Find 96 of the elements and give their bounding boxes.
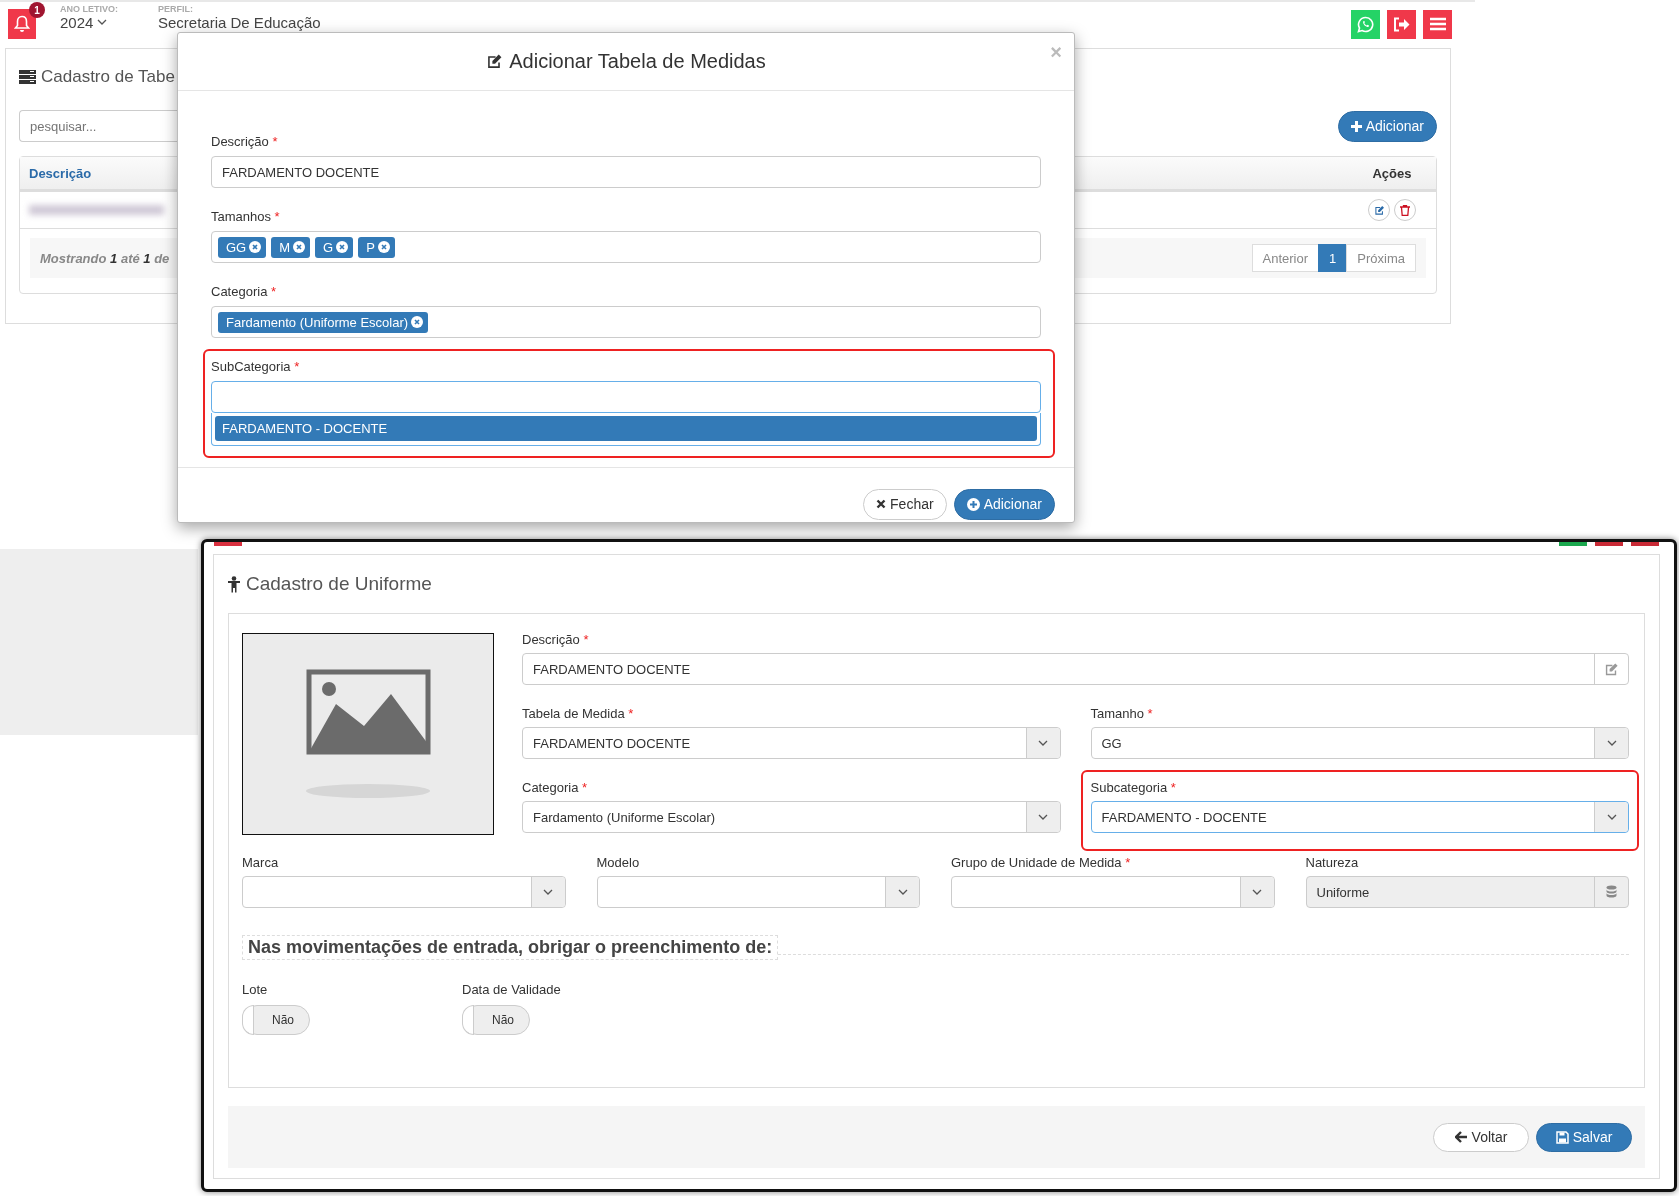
remove-icon[interactable] — [411, 316, 424, 328]
person-icon — [228, 575, 240, 593]
modal-title: Adicionar Tabela de Medidas — [509, 50, 766, 73]
close-icon — [876, 499, 887, 509]
results-summary: Mostrando 1 até 1 de — [40, 250, 170, 266]
tag-field[interactable]: Fardamento (Uniforme Escolar) — [211, 306, 1041, 338]
select-field[interactable]: FARDAMENTO DOCENTE — [522, 727, 1061, 759]
chevron-down-icon — [1038, 814, 1048, 820]
toggle-switch[interactable]: Não — [242, 1005, 310, 1035]
bell-icon — [14, 15, 30, 33]
field-label: Categoria * — [211, 284, 278, 300]
button-fragment — [1559, 542, 1587, 546]
field-label: Categoria * — [522, 780, 589, 796]
chevron-down-icon — [1606, 814, 1617, 820]
field-label: SubCategoria * — [211, 359, 301, 375]
column-header: Ações — [1371, 165, 1413, 181]
chevron-down-icon — [543, 889, 553, 895]
field-label: Lote — [242, 982, 269, 998]
notification-badge: 1 — [29, 2, 45, 18]
add-button[interactable]: Adicionar — [1337, 110, 1437, 142]
text-field[interactable]: FARDAMENTO DOCENTE — [211, 156, 1041, 188]
field-label: Grupo de Unidade de Medida * — [951, 855, 1132, 871]
chevron-down-icon — [1606, 740, 1617, 746]
remove-icon[interactable] — [336, 241, 349, 253]
remove-icon[interactable] — [293, 241, 306, 253]
tag-chip: M — [271, 236, 311, 258]
field-label: Tamanho * — [1090, 706, 1154, 722]
page-title: Cadastro de Tabe — [41, 67, 175, 87]
edit-button[interactable] — [1368, 199, 1390, 221]
plus-icon — [1350, 120, 1362, 132]
chevron-down-icon — [897, 889, 908, 895]
delete-button[interactable] — [1394, 199, 1416, 221]
readonly-field: Uniforme — [1305, 876, 1629, 908]
field-label: Natureza — [1305, 855, 1360, 871]
trash-icon — [1400, 204, 1410, 216]
secondary-button[interactable]: Fechar — [863, 488, 947, 520]
field-label: Descrição * — [211, 134, 279, 150]
chat-icon — [1357, 15, 1374, 33]
menu-button[interactable] — [1423, 9, 1452, 39]
logout-button[interactable] — [1387, 9, 1416, 39]
field-label: Modelo — [596, 855, 641, 871]
select-field[interactable] — [951, 876, 1275, 908]
arrow-left-icon — [1454, 1131, 1468, 1143]
edit-icon — [1373, 204, 1385, 216]
year-dropdown[interactable]: 2024 — [60, 13, 118, 31]
search-field[interactable]: pesquisar... — [19, 110, 177, 142]
secondary-button[interactable]: Voltar — [1433, 1122, 1529, 1152]
field-label: Tamanhos * — [211, 209, 281, 225]
field-label: Data de Validade — [462, 982, 562, 998]
profile-dropdown[interactable]: Secretaria De Educação — [158, 13, 321, 31]
table-icon — [19, 70, 36, 84]
submit-button[interactable]: Adicionar — [953, 488, 1055, 520]
field-label: Subcategoria * — [1090, 780, 1177, 796]
notification-button[interactable] — [8, 9, 36, 39]
field-label: Tabela de Medida * — [522, 706, 635, 722]
save-icon — [1555, 1130, 1569, 1144]
select-field[interactable] — [242, 876, 566, 908]
plus-circle-icon — [966, 497, 980, 511]
field-label: Descrição * — [522, 632, 590, 648]
button-fragment — [1595, 542, 1623, 546]
submit-button[interactable]: Salvar — [1536, 1122, 1632, 1152]
chevron-down-icon — [1252, 889, 1262, 895]
profile-label: PERFIL: — [158, 3, 194, 14]
chevron-down-icon — [1038, 740, 1048, 746]
database-icon — [1606, 885, 1617, 899]
field-label: Marca — [242, 855, 280, 871]
tag-chip: GG — [218, 236, 267, 258]
dropdown-option[interactable]: FARDAMENTO - DOCENTE — [215, 416, 1037, 441]
section-heading: Nas movimentações de entrada, obrigar o preenchimento de: — [242, 935, 779, 960]
edit-icon — [486, 53, 504, 70]
tag-field[interactable]: GG M G P — [211, 231, 1041, 263]
remove-icon[interactable] — [249, 241, 262, 253]
column-header[interactable]: Descrição — [29, 165, 92, 181]
year-label: ANO LETIVO: — [60, 3, 118, 14]
menu-icon — [1429, 17, 1446, 31]
text-field[interactable]: FARDAMENTO DOCENTE — [522, 653, 1629, 685]
page-title: Cadastro de Uniforme — [246, 573, 432, 595]
button-fragment — [1631, 542, 1659, 546]
select-field[interactable]: FARDAMENTO - DOCENTE — [1090, 801, 1629, 833]
chevron-down-icon — [97, 19, 108, 25]
remove-icon[interactable] — [377, 241, 390, 253]
select-field[interactable]: Fardamento (Uniforme Escolar) — [522, 801, 1061, 833]
tag-chip: P — [358, 236, 395, 258]
search-field[interactable] — [211, 381, 1041, 413]
tag-chip: Fardamento (Uniforme Escolar) — [218, 311, 429, 333]
tag-chip: G — [315, 236, 354, 258]
image-icon — [305, 669, 431, 799]
page-button[interactable]: Próxima — [1346, 244, 1416, 272]
button-fragment — [214, 542, 242, 546]
edit-icon — [1604, 661, 1619, 677]
select-field[interactable]: GG — [1090, 727, 1629, 759]
logout-icon — [1393, 16, 1410, 32]
page-button[interactable]: Anterior — [1251, 244, 1320, 272]
toggle-switch[interactable]: Não — [462, 1005, 530, 1035]
page-button[interactable]: 1 — [1318, 244, 1348, 272]
select-field[interactable] — [596, 876, 920, 908]
